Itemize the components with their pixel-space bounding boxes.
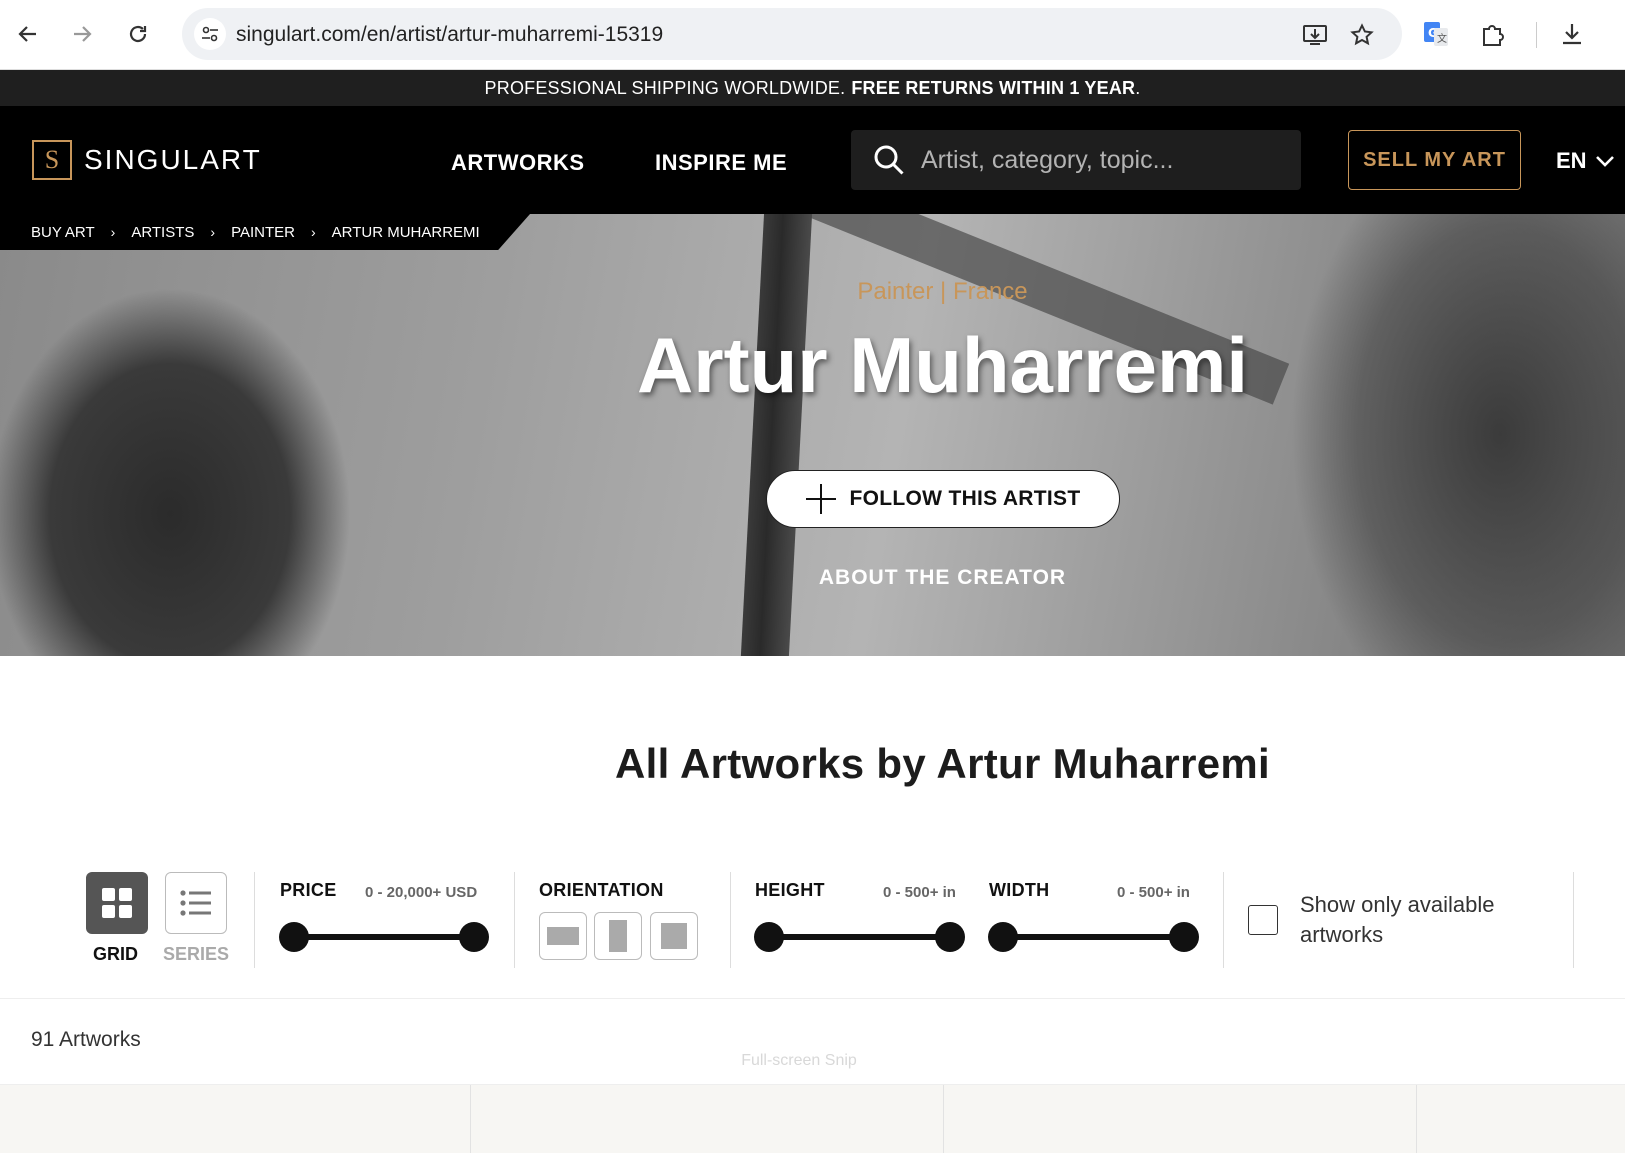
grid-view-label[interactable]: GRID [93,944,138,965]
available-only-label[interactable]: Show only available artworks [1300,890,1540,950]
about-the-creator-link[interactable]: ABOUT THE CREATOR [0,566,1625,590]
width-slider-track [1002,934,1185,940]
forward-arrow-icon[interactable] [64,16,100,52]
orientation-square-button[interactable] [650,912,698,960]
filter-divider [514,872,515,968]
nav-inspire-me[interactable]: INSPIRE ME [655,150,787,176]
breadcrumb-artists[interactable]: ARTISTS [131,224,194,241]
height-slider-max-handle[interactable] [935,922,965,952]
svg-text:文: 文 [1437,32,1447,45]
all-artworks-title: All Artworks by Artur Muharremi [615,740,1270,787]
google-translate-icon[interactable]: G文 [1418,16,1454,52]
snip-overlay-hint: Full-screen Snip [741,1052,857,1069]
language-selector[interactable]: EN [1556,148,1615,174]
promo-bold-text: FREE RETURNS WITHIN 1 YEAR [851,77,1136,98]
language-label: EN [1556,148,1587,173]
browser-toolbar: singulart.com/en/artist/artur-muharremi-… [0,0,1625,70]
filter-divider [1223,872,1224,968]
portrait-icon [609,920,627,952]
url-text: singulart.com/en/artist/artur-muharremi-… [236,23,664,46]
width-range-value: 0 - 500+ in [1117,884,1190,901]
height-slider[interactable] [754,922,965,952]
artist-name: Artur Muharremi [636,321,1249,409]
logo-text: SINGULART [84,144,262,175]
install-app-icon[interactable] [1300,20,1330,50]
extensions-puzzle-icon[interactable] [1475,16,1511,52]
width-slider-max-handle[interactable] [1169,922,1199,952]
width-filter-title: WIDTH [989,880,1050,900]
price-filter-title: PRICE [280,880,337,900]
breadcrumb-painter[interactable]: PAINTER [231,224,295,241]
sell-my-art-button[interactable]: SELL MY ART [1348,130,1521,190]
artwork-card[interactable] [0,1085,470,1153]
site-logo[interactable]: S SINGULART [32,140,262,180]
promo-text: PROFESSIONAL SHIPPING WORLDWIDE. [484,77,846,98]
toolbar-divider [1536,22,1537,48]
price-slider-min-handle[interactable] [279,922,309,952]
width-slider[interactable] [988,922,1199,952]
orientation-portrait-button[interactable] [594,912,642,960]
promo-bar: PROFESSIONAL SHIPPING WORLDWIDE. FREE RE… [0,70,1625,106]
artwork-count: 91 Artworks [31,1028,141,1051]
breadcrumb-buy-art[interactable]: BUY ART [31,224,95,241]
square-icon [661,923,687,949]
reload-icon[interactable] [120,16,156,52]
height-slider-track [768,934,951,940]
site-header: S SINGULART ARTWORKS INSPIRE ME SELL MY … [0,106,1625,214]
logo-mark-icon: S [32,140,72,180]
follow-artist-button[interactable]: FOLLOW THIS ARTIST [766,470,1120,528]
grid-icon [102,888,132,918]
width-slider-min-handle[interactable] [988,922,1018,952]
artwork-card[interactable] [944,1085,1416,1153]
breadcrumb-chevron-icon: › [210,224,216,240]
divider-line [0,998,1625,999]
artwork-card[interactable] [1417,1085,1625,1153]
price-slider[interactable] [279,922,489,952]
breadcrumb-chevron-icon: › [310,224,316,240]
available-only-checkbox[interactable] [1248,905,1278,935]
address-bar[interactable]: singulart.com/en/artist/artur-muharremi-… [182,8,1402,60]
filter-divider [254,872,255,968]
plus-icon [805,484,836,514]
price-slider-track [293,934,475,940]
breadcrumb-current-artist: ARTUR MUHARREMI [331,223,480,241]
bookmark-star-icon[interactable] [1347,20,1377,50]
nav-artworks[interactable]: ARTWORKS [451,150,585,176]
artwork-card[interactable] [471,1085,943,1153]
breadcrumb-chevron-icon: › [110,224,116,240]
chevron-down-icon [1595,156,1614,167]
orientation-landscape-button[interactable] [539,912,587,960]
search-box[interactable] [851,130,1301,190]
back-arrow-icon[interactable] [10,16,46,52]
list-icon [180,890,211,916]
artwork-grid [0,1085,1625,1153]
filter-divider [1573,872,1574,968]
follow-artist-label: FOLLOW THIS ARTIST [849,487,1081,510]
download-icon[interactable] [1554,16,1590,52]
artist-subtitle: Painter | France [857,278,1028,305]
price-slider-max-handle[interactable] [459,922,489,952]
price-range-value: 0 - 20,000+ USD [365,884,478,901]
breadcrumb: BUY ART › ARTISTS › PAINTER › ARTUR MUHA… [0,214,530,250]
series-view-button[interactable] [165,872,227,934]
landscape-icon [547,927,579,945]
promo-end: . [1135,77,1141,98]
filter-divider [730,872,731,968]
filter-bar: GRID SERIES PRICE 0 - 20,000+ USD ORIENT… [0,860,1625,970]
orientation-filter-title: ORIENTATION [539,880,664,900]
search-input[interactable] [921,140,1281,180]
height-slider-min-handle[interactable] [754,922,784,952]
search-icon [874,145,904,175]
series-view-label[interactable]: SERIES [163,944,229,965]
site-settings-icon[interactable] [194,18,226,50]
grid-view-button[interactable] [86,872,148,934]
artist-hero-banner: BUY ART › ARTISTS › PAINTER › ARTUR MUHA… [0,214,1625,656]
height-filter-title: HEIGHT [755,880,825,900]
height-range-value: 0 - 500+ in [883,884,956,901]
